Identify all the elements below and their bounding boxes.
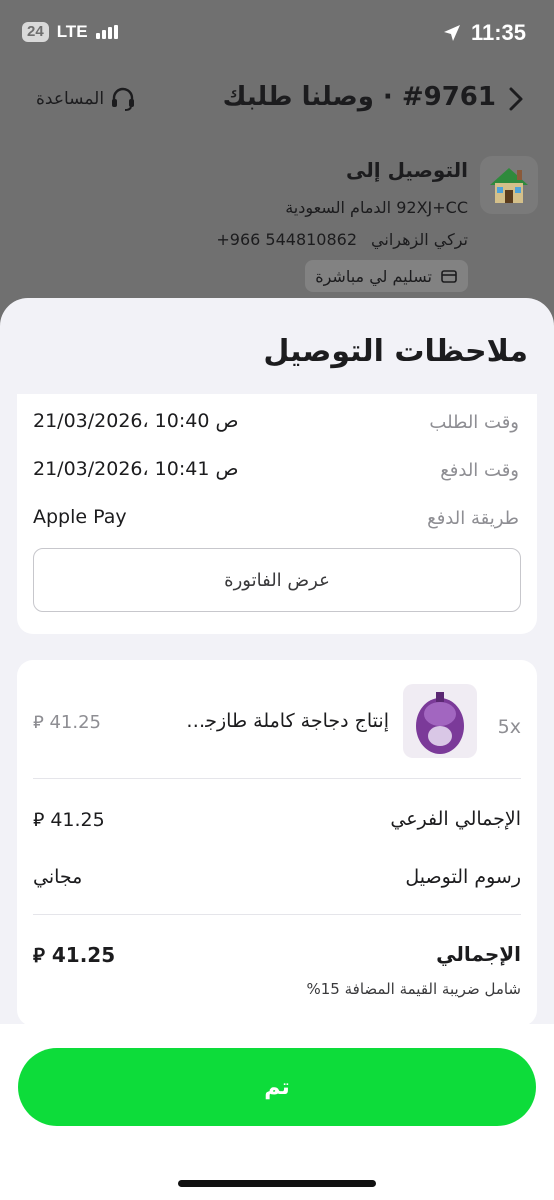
- help-button[interactable]: المساعدة: [36, 86, 136, 112]
- order-time-value: 21/03/2026، 10:40 ص: [33, 410, 239, 432]
- headset-icon: [112, 87, 135, 111]
- nav-header: #9761 · وصلنا طلبك المساعدة: [0, 80, 554, 120]
- location-arrow-icon: [443, 25, 460, 41]
- total-amount: ⃁ 41.25: [33, 942, 115, 968]
- page-title: #9761 · وصلنا طلبك: [222, 82, 496, 112]
- divider: [33, 778, 521, 779]
- chevron-back-icon[interactable]: [508, 86, 524, 112]
- total-value: 41.25: [51, 943, 116, 967]
- delivery-fee-value: مجاني: [33, 866, 83, 888]
- package-icon: [441, 270, 457, 283]
- payment-method-label: طريقة الدفع: [427, 508, 519, 529]
- done-button[interactable]: تم: [18, 1048, 536, 1126]
- help-label: المساعدة: [36, 89, 105, 109]
- subtotal-amount: ⃁ 41.25: [33, 808, 105, 832]
- delivery-option-label: تسليم لي مباشرة: [315, 266, 432, 286]
- footer: تم: [0, 1024, 554, 1200]
- delivery-option-chip: تسليم لي مباشرة: [305, 260, 468, 292]
- payment-time-value: 21/03/2026، 10:41 ص: [33, 458, 239, 480]
- product-price-value: 41.25: [49, 712, 101, 733]
- status-badge: 24: [22, 22, 49, 42]
- delivery-contact: تركي الزهراني +966 544810862: [216, 230, 468, 249]
- signal-icon: [95, 25, 118, 39]
- divider: [33, 914, 521, 915]
- delivery-title: التوصيل إلى: [346, 158, 468, 182]
- subtotal-label: الإجمالي الفرعي: [390, 808, 521, 830]
- payment-method-value: Apple Pay: [33, 506, 127, 528]
- view-invoice-button[interactable]: عرض الفاتورة: [33, 548, 521, 612]
- total-label: الإجمالي: [436, 942, 521, 966]
- delivery-fee-label: رسوم التوصيل: [405, 866, 521, 888]
- background-page: 24 LTE 11:35 #9761 · وصلنا طلبك المساعدة: [0, 0, 554, 330]
- vat-note: شامل ضريبة القيمة المضافة 15%: [306, 980, 522, 998]
- network-label: LTE: [56, 22, 88, 41]
- total-row: الإجمالي ⃁ 41.25: [33, 942, 521, 972]
- item-quantity: 5x: [497, 716, 521, 738]
- riyal-icon: ⃁: [33, 809, 45, 831]
- recipient-phone: +966 544810862: [216, 230, 358, 249]
- house-icon: [480, 156, 538, 214]
- status-right: 11:35: [443, 20, 526, 46]
- status-bar: 24 LTE 11:35: [0, 0, 554, 64]
- product-image: [403, 684, 477, 758]
- delivery-section: التوصيل إلى 92XJ+CC الدمام السعودية تركي…: [0, 150, 554, 300]
- order-info-card: وقت الطلب 21/03/2026، 10:40 ص وقت الدفع …: [17, 394, 537, 634]
- order-time-label: وقت الطلب: [429, 412, 519, 433]
- sheet-title: ملاحظات التوصيل: [263, 334, 528, 369]
- status-left: 24 LTE: [22, 22, 118, 42]
- delivery-fee-row: رسوم التوصيل مجاني: [33, 866, 521, 896]
- recipient-name: تركي الزهراني: [371, 230, 468, 249]
- product-price: ⃁ 41.25: [33, 710, 101, 733]
- subtotal-row: الإجمالي الفرعي ⃁ 41.25: [33, 808, 521, 838]
- payment-time-row: وقت الدفع 21/03/2026، 10:41 ص: [33, 456, 519, 486]
- status-time: 11:35: [470, 20, 526, 45]
- payment-method-row: طريقة الدفع Apple Pay: [33, 504, 519, 534]
- subtotal-value: 41.25: [50, 809, 105, 831]
- order-time-row: وقت الطلب 21/03/2026، 10:40 ص: [33, 408, 519, 438]
- payment-time-label: وقت الدفع: [440, 460, 519, 481]
- riyal-icon: ⃁: [33, 712, 44, 733]
- order-summary-card: 5x إنتاج دجاجة كاملة طازجة كيس ⃁ 41.25 ا…: [17, 660, 537, 1026]
- riyal-icon: ⃁: [33, 943, 45, 967]
- product-name: إنتاج دجاجة كاملة طازجة كيس: [184, 710, 389, 732]
- home-indicator: [178, 1180, 376, 1187]
- delivery-address: 92XJ+CC الدمام السعودية: [285, 198, 468, 217]
